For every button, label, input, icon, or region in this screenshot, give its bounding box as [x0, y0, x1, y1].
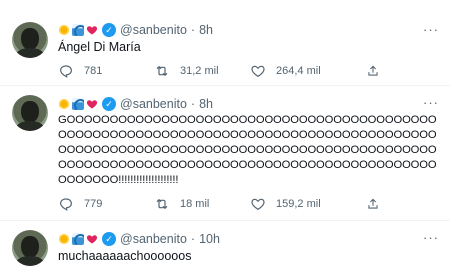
like-icon — [251, 65, 265, 78]
share-button[interactable] — [360, 196, 390, 212]
tweet-actions: 781 31,2 mil 264,4 mil — [52, 61, 392, 81]
separator: · — [190, 232, 196, 246]
like-count: 264,4 mil — [276, 65, 321, 77]
separator: · — [190, 23, 196, 37]
retweet-icon — [156, 198, 168, 210]
reply-count: 779 — [84, 198, 103, 210]
timestamp[interactable]: 8h — [199, 97, 213, 111]
red-heart-icon — [86, 100, 98, 109]
tweet-1[interactable]: ✓ @sanbenito · 8h ··· Ángel Di María 781… — [0, 0, 450, 86]
like-count: 159,2 mil — [276, 198, 321, 210]
tweet-actions: 779 18 mil 159,2 mil — [52, 194, 392, 214]
avatar[interactable] — [12, 230, 48, 266]
handle[interactable]: @sanbenito — [120, 23, 187, 37]
reply-button[interactable]: 779 — [52, 196, 148, 212]
share-button[interactable] — [360, 63, 390, 79]
tweet-text: Ángel Di María — [58, 40, 141, 54]
like-button[interactable]: 159,2 mil — [244, 196, 340, 212]
avatar[interactable] — [12, 95, 48, 131]
tweet-header: ✓ @sanbenito · 8h — [58, 21, 213, 39]
wave-icon — [72, 233, 84, 245]
sun-icon — [59, 99, 69, 109]
retweet-icon — [156, 65, 168, 77]
timestamp[interactable]: 10h — [199, 232, 220, 246]
handle[interactable]: @sanbenito — [120, 232, 187, 246]
retweet-count: 18 mil — [180, 198, 210, 210]
reply-icon — [60, 198, 72, 211]
more-options-button[interactable]: ··· — [420, 231, 442, 250]
share-icon — [368, 198, 378, 209]
tweet-text: muchaaaaaachoooooos — [58, 249, 192, 263]
reply-count: 781 — [84, 65, 103, 77]
red-heart-icon — [86, 26, 98, 35]
timestamp[interactable]: 8h — [199, 23, 213, 37]
sun-icon — [59, 25, 69, 35]
tweet-text: GOOOOOOOOOOOOOOOOOOOOOOOOOOOOOOOOOOOOOOO… — [58, 114, 437, 186]
wave-icon — [72, 98, 84, 110]
reply-icon — [60, 65, 72, 78]
verified-badge-icon: ✓ — [102, 232, 116, 246]
separator: · — [190, 97, 196, 111]
reply-button[interactable]: 781 — [52, 63, 148, 79]
wave-icon — [72, 24, 84, 36]
verified-badge-icon: ✓ — [102, 97, 116, 111]
retweet-button[interactable]: 31,2 mil — [148, 63, 244, 79]
avatar[interactable] — [12, 22, 48, 58]
handle[interactable]: @sanbenito — [120, 97, 187, 111]
tweet-2[interactable]: ✓ @sanbenito · 8h ··· GOOOOOOOOOOOOOOOOO… — [0, 86, 450, 221]
red-heart-icon — [86, 235, 98, 244]
share-icon — [368, 65, 378, 76]
retweet-button[interactable]: 18 mil — [148, 196, 244, 212]
like-button[interactable]: 264,4 mil — [244, 63, 340, 79]
verified-badge-icon: ✓ — [102, 23, 116, 37]
sun-icon — [59, 234, 69, 244]
tweet-header: ✓ @sanbenito · 10h — [58, 230, 220, 248]
like-icon — [251, 198, 265, 211]
tweet-header: ✓ @sanbenito · 8h — [58, 95, 213, 113]
retweet-count: 31,2 mil — [180, 65, 219, 77]
tweet-3[interactable]: ✓ @sanbenito · 10h ··· muchaaaaaachooooo… — [0, 221, 450, 270]
